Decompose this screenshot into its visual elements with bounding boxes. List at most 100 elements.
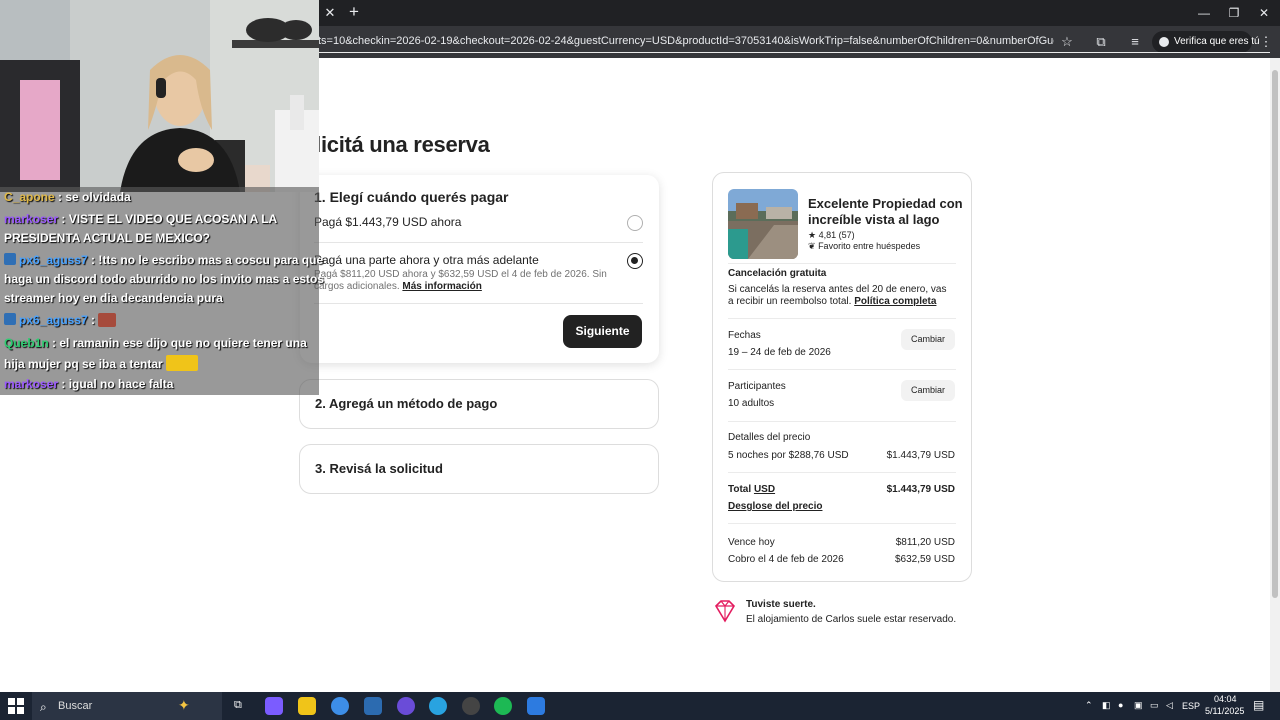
change-dates-button[interactable]: Cambiar xyxy=(901,329,955,350)
telegram-icon[interactable] xyxy=(429,697,447,715)
pay-full-radio[interactable] xyxy=(627,215,643,231)
step1-title: 1. Elegí cuándo querés pagar xyxy=(314,189,509,205)
chat-username: Queb1n xyxy=(4,336,49,350)
chat-message-continued: PRESIDENTA ACTUAL DE MEXICO? xyxy=(4,231,210,245)
payment-method-card[interactable]: 2. Agregá un método de pago xyxy=(299,379,659,429)
app-icon-2[interactable] xyxy=(527,697,545,715)
later-charge-value: $632,59 USD xyxy=(894,554,955,565)
pay-split-radio[interactable] xyxy=(627,253,643,269)
verify-profile-button[interactable]: Verifica que eres tú xyxy=(1152,31,1260,53)
bookmark-star-icon[interactable]: ☆ xyxy=(1058,33,1076,51)
chat-message-continued: streamer hoy en dia decandencia pura xyxy=(4,291,223,305)
chat-badge-icon xyxy=(4,313,16,325)
chat-text: el ramanin ese dijo que no quiere tener … xyxy=(59,336,307,350)
property-title: Excelente Propiedad con increíble vista … xyxy=(808,196,963,227)
pay-full-option-label[interactable]: Pagá $1.443,79 USD ahora xyxy=(314,215,461,229)
scrollbar-thumb[interactable] xyxy=(1272,70,1278,598)
summary-divider xyxy=(728,369,956,370)
chat-message: px6_aguss7 : !tts no le escribo mas a co… xyxy=(4,253,323,267)
clock-date[interactable]: 5/11/2025 xyxy=(1205,706,1244,716)
more-info-link[interactable]: Más información xyxy=(402,281,481,292)
summary-divider xyxy=(728,421,956,422)
chat-message-continued: haga un discord todo aburrido no los inv… xyxy=(4,272,324,286)
chat-text: igual no hace falta xyxy=(68,377,174,391)
chat-text: PRESIDENTA ACTUAL DE MEXICO? xyxy=(4,231,211,245)
review-request-card[interactable]: 3. Revisá la solicitud xyxy=(299,444,659,494)
page-title: olicitá una reserva xyxy=(302,132,490,157)
spotify-icon[interactable] xyxy=(494,697,512,715)
pay-split-option-label[interactable]: Pagá una parte ahora y otra más adelante xyxy=(314,253,539,267)
next-button[interactable]: Siguiente xyxy=(563,315,642,348)
star-icon: ★ xyxy=(808,230,817,240)
chat-badge-icon xyxy=(4,253,16,265)
chat-username: px6_aguss7 xyxy=(19,313,88,327)
summary-divider xyxy=(728,523,956,524)
summary-divider xyxy=(728,318,956,319)
option-divider-2 xyxy=(314,303,643,304)
guests-label: Participantes xyxy=(728,381,786,392)
restore-icon[interactable]: ❐ xyxy=(1224,4,1244,22)
notifications-icon[interactable]: ▤ xyxy=(1253,698,1264,712)
close-window-icon[interactable]: ✕ xyxy=(1254,4,1274,22)
obs-icon[interactable] xyxy=(462,697,480,715)
lucky-title: Tuviste suerte. xyxy=(746,599,816,610)
dates-label: Fechas xyxy=(728,330,761,341)
volume-icon[interactable]: ◁ xyxy=(1166,700,1173,711)
pay-split-detail: Pagá $811,20 USD ahora y $632,59 USD el … xyxy=(314,269,634,293)
total-label: Total USD xyxy=(728,484,775,495)
file-explorer-icon[interactable] xyxy=(298,697,316,715)
minimize-icon[interactable]: — xyxy=(1194,4,1214,22)
property-image xyxy=(728,189,798,259)
chat-text: haga un discord todo aburrido no los inv… xyxy=(4,272,325,286)
chat-username: C_apone xyxy=(4,190,55,204)
chat-text: se olvidada xyxy=(65,190,131,204)
due-today-value: $811,20 USD xyxy=(895,537,955,548)
microphone-icon[interactable]: ● xyxy=(1118,700,1123,710)
app-icon[interactable] xyxy=(364,697,382,715)
copilot-icon[interactable] xyxy=(265,697,283,715)
chrome-icon[interactable] xyxy=(331,697,349,715)
webcam-overlay xyxy=(0,0,319,192)
chat-username: markoser xyxy=(4,377,59,391)
cancellation-title: Cancelación gratuita xyxy=(728,268,827,279)
nights-value: $1.443,79 USD xyxy=(886,450,955,461)
language-indicator[interactable]: ESP xyxy=(1182,701,1200,711)
clock-time[interactable]: 04:04 xyxy=(1214,694,1237,704)
step3-title: 3. Revisá la solicitud xyxy=(315,461,443,476)
chat-message-continued: hija mujer pq se iba a tentar xyxy=(4,355,199,371)
favorite-label: Favorito entre huéspedes xyxy=(818,241,921,251)
network-icon[interactable]: ▭ xyxy=(1150,700,1159,711)
new-tab-icon[interactable]: + xyxy=(345,3,363,21)
total-currency-link[interactable]: USD xyxy=(754,484,775,495)
chat-text: hija mujer pq se iba a tentar xyxy=(4,357,163,371)
guest-favorite: ❦ Favorito entre huéspedes xyxy=(808,241,920,252)
dates-value: 19 – 24 de feb de 2026 xyxy=(728,347,831,358)
total-text: Total xyxy=(728,484,752,495)
reading-list-icon[interactable]: ≡ xyxy=(1126,33,1144,51)
tray-icon[interactable]: ◧ xyxy=(1102,700,1111,711)
stream-chat-overlay: C_apone : se olvidada markoser : VISTE E… xyxy=(0,187,324,395)
close-tab-icon[interactable]: ✕ xyxy=(322,5,338,21)
profile-icon xyxy=(1159,37,1169,47)
header-divider xyxy=(318,52,1270,53)
option-divider xyxy=(314,242,643,243)
due-today-label: Vence hoy xyxy=(728,537,775,548)
chat-message: C_apone : se olvidada xyxy=(4,190,131,204)
nights-label: 5 noches por $288,76 USD xyxy=(728,450,849,461)
browser-menu-icon[interactable]: ⋮ xyxy=(1257,33,1275,51)
discord-icon[interactable] xyxy=(397,697,415,715)
windows-start-icon[interactable] xyxy=(8,698,24,714)
chat-username: markoser xyxy=(4,212,59,226)
address-bar[interactable]: ts=10&checkin=2026-02-19&checkout=2026-0… xyxy=(318,35,1054,51)
taskbar-search-placeholder: Buscar xyxy=(58,700,93,712)
chat-message: markoser : VISTE EL VIDEO QUE ACOSAN A L… xyxy=(4,212,278,226)
sparkle-icon: ✦ xyxy=(178,697,190,713)
task-view-icon[interactable]: ⧉ xyxy=(234,699,242,712)
tray-chevron-icon[interactable]: ⌃ xyxy=(1085,700,1093,711)
change-guests-button[interactable]: Cambiar xyxy=(901,380,955,401)
lucky-text: El alojamiento de Carlos suele estar res… xyxy=(746,614,957,625)
extensions-icon[interactable]: ⧉ xyxy=(1092,33,1110,51)
tray-icon-2[interactable]: ▣ xyxy=(1134,700,1143,711)
price-breakdown-link[interactable]: Desglose del precio xyxy=(728,501,822,512)
policy-link[interactable]: Política completa xyxy=(854,296,936,307)
